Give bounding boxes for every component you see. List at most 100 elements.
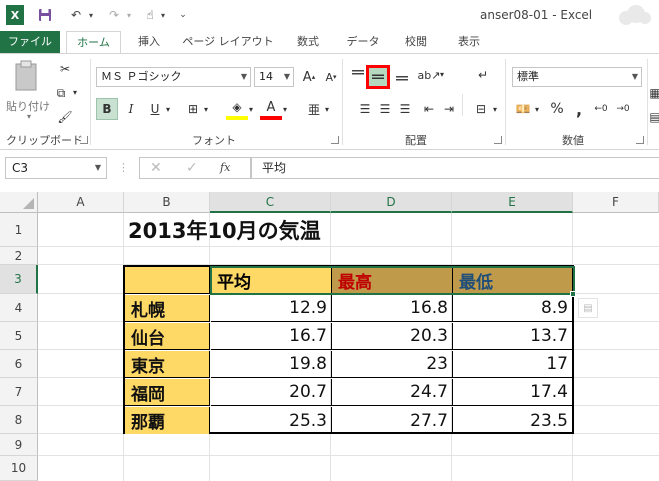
conditional-format-icon[interactable]: ▦ (649, 82, 659, 104)
paste-dropdown-icon[interactable]: ▾ (27, 112, 31, 121)
phonetic-dropdown-icon[interactable]: ▾ (325, 105, 329, 114)
column-header-e[interactable]: E (452, 192, 573, 213)
phonetic-button[interactable]: 亜 (303, 98, 325, 120)
sheet-title[interactable]: 2013年10月の気温 (128, 213, 321, 247)
value-cell[interactable]: 8.9 (453, 295, 572, 322)
value-cell[interactable]: 12.9 (211, 295, 332, 322)
align-center-icon[interactable]: ☰ (374, 98, 396, 120)
column-header-a[interactable]: A (38, 192, 124, 213)
increase-indent-icon[interactable]: ⇥ (438, 98, 460, 120)
city-cell[interactable]: 東京 (125, 351, 210, 378)
row-header-10[interactable]: 10 (0, 456, 38, 481)
redo-icon[interactable]: ↷ (106, 5, 122, 25)
align-middle-button[interactable] (366, 65, 390, 89)
header-cell-average[interactable]: 平均 (211, 267, 332, 294)
underline-dropdown-icon[interactable]: ▾ (166, 105, 170, 114)
shrink-font-button[interactable]: A ▾ (320, 66, 342, 88)
fill-color-dropdown-icon[interactable]: ▾ (249, 105, 253, 114)
value-cell[interactable]: 13.7 (453, 323, 572, 350)
align-left-icon[interactable]: ☰ (354, 98, 376, 120)
column-header-f[interactable]: F (573, 192, 659, 213)
clipboard-launcher-icon[interactable] (80, 136, 88, 144)
font-size-combo[interactable]: 14 ▼ (254, 67, 294, 87)
value-cell[interactable]: 24.7 (332, 379, 453, 406)
orientation-dropdown-icon[interactable]: ▾ (440, 70, 444, 79)
copy-dropdown-icon[interactable]: ▾ (73, 88, 77, 97)
city-cell[interactable]: 福岡 (125, 379, 210, 406)
corner-cell[interactable] (125, 267, 210, 294)
touch-dropdown-icon[interactable]: ▾ (158, 5, 168, 25)
number-format-combo[interactable]: 標準 ▼ (512, 67, 642, 87)
undo-dropdown-icon[interactable]: ▾ (86, 5, 96, 25)
value-cell[interactable]: 17 (453, 351, 572, 378)
tab-data[interactable]: データ (338, 31, 388, 53)
row-header-7[interactable]: 7 (0, 378, 38, 406)
insert-function-button[interactable]: fx (220, 161, 230, 174)
tab-home[interactable]: ホーム (66, 31, 121, 54)
accounting-dropdown-icon[interactable]: ▾ (535, 105, 539, 114)
italic-button[interactable]: I (120, 98, 142, 120)
bold-button[interactable]: B (96, 98, 118, 120)
fill-color-icon[interactable]: ◈ (226, 98, 248, 120)
row-header-1[interactable]: 1 (0, 213, 38, 247)
value-cell[interactable]: 19.8 (211, 351, 332, 378)
value-cell[interactable]: 25.3 (211, 407, 332, 434)
value-cell[interactable]: 16.7 (211, 323, 332, 350)
tab-formulas[interactable]: 数式 (285, 31, 331, 53)
customize-qat-icon[interactable]: ⌄ (177, 5, 189, 25)
enter-icon[interactable]: ✓ (186, 160, 198, 176)
underline-button[interactable]: U (144, 98, 166, 120)
merge-center-icon[interactable]: ⊟ (470, 98, 492, 120)
cut-icon[interactable]: ✂ (54, 58, 76, 80)
increase-decimal-icon[interactable]: ←0 (590, 98, 612, 120)
value-cell[interactable]: 27.7 (332, 407, 453, 434)
borders-dropdown-icon[interactable]: ▾ (204, 105, 208, 114)
format-table-icon[interactable]: ▤ (649, 106, 659, 128)
copy-icon[interactable]: ⧉ (50, 82, 72, 104)
undo-icon[interactable]: ↶ (68, 5, 84, 25)
quick-analysis-icon[interactable]: ▤ (578, 298, 598, 318)
city-cell[interactable]: 札幌 (125, 295, 210, 322)
row-header-2[interactable]: 2 (0, 247, 38, 265)
decrease-decimal-icon[interactable]: →0 (612, 98, 634, 120)
row-header-3[interactable]: 3 (0, 265, 38, 294)
font-launcher-icon[interactable] (331, 136, 339, 144)
header-cell-min[interactable]: 最低 (453, 267, 572, 294)
alignment-launcher-icon[interactable] (494, 136, 502, 144)
row-header-5[interactable]: 5 (0, 322, 38, 350)
row-header-8[interactable]: 8 (0, 406, 38, 434)
value-cell[interactable]: 17.4 (453, 379, 572, 406)
tab-view[interactable]: 表示 (446, 31, 492, 53)
value-cell[interactable]: 23 (332, 351, 453, 378)
tab-review[interactable]: 校閲 (395, 31, 437, 53)
save-icon[interactable] (36, 5, 54, 25)
tab-insert[interactable]: 挿入 (128, 31, 170, 53)
column-header-c[interactable]: C (210, 192, 331, 213)
grow-font-button[interactable]: A ▴ (298, 66, 320, 88)
column-header-d[interactable]: D (331, 192, 452, 213)
row-header-4[interactable]: 4 (0, 294, 38, 322)
tab-page-layout[interactable]: ページ レイアウト (178, 31, 278, 53)
touch-mode-icon[interactable]: ☝ (142, 5, 158, 25)
wrap-text-icon[interactable]: ↵ (472, 64, 494, 86)
font-name-combo[interactable]: ＭＳ Ｐゴシック ▼ (96, 67, 251, 87)
value-cell[interactable]: 16.8 (332, 295, 453, 322)
formula-input[interactable]: 平均 (251, 157, 659, 179)
header-cell-max[interactable]: 最高 (332, 267, 453, 294)
merge-dropdown-icon[interactable]: ▾ (493, 105, 497, 114)
decrease-indent-icon[interactable]: ⇤ (418, 98, 440, 120)
orientation-icon[interactable]: ab↗ (418, 64, 441, 86)
name-box[interactable]: C3 ▼ (5, 157, 107, 179)
redo-dropdown-icon[interactable]: ▾ (124, 5, 134, 25)
accounting-format-icon[interactable]: 💴 (512, 98, 534, 120)
cancel-icon[interactable]: ✕ (150, 160, 162, 176)
number-launcher-icon[interactable] (636, 136, 644, 144)
value-cell[interactable]: 23.5 (453, 407, 572, 434)
paste-icon[interactable] (8, 60, 44, 98)
borders-icon[interactable]: ⊞ (182, 98, 204, 120)
select-all-corner[interactable] (0, 192, 38, 213)
align-right-icon[interactable]: ☰ (394, 98, 416, 120)
format-painter-icon[interactable]: 🖌 (54, 106, 76, 128)
city-cell[interactable]: 那覇 (125, 407, 210, 434)
row-header-6[interactable]: 6 (0, 350, 38, 378)
